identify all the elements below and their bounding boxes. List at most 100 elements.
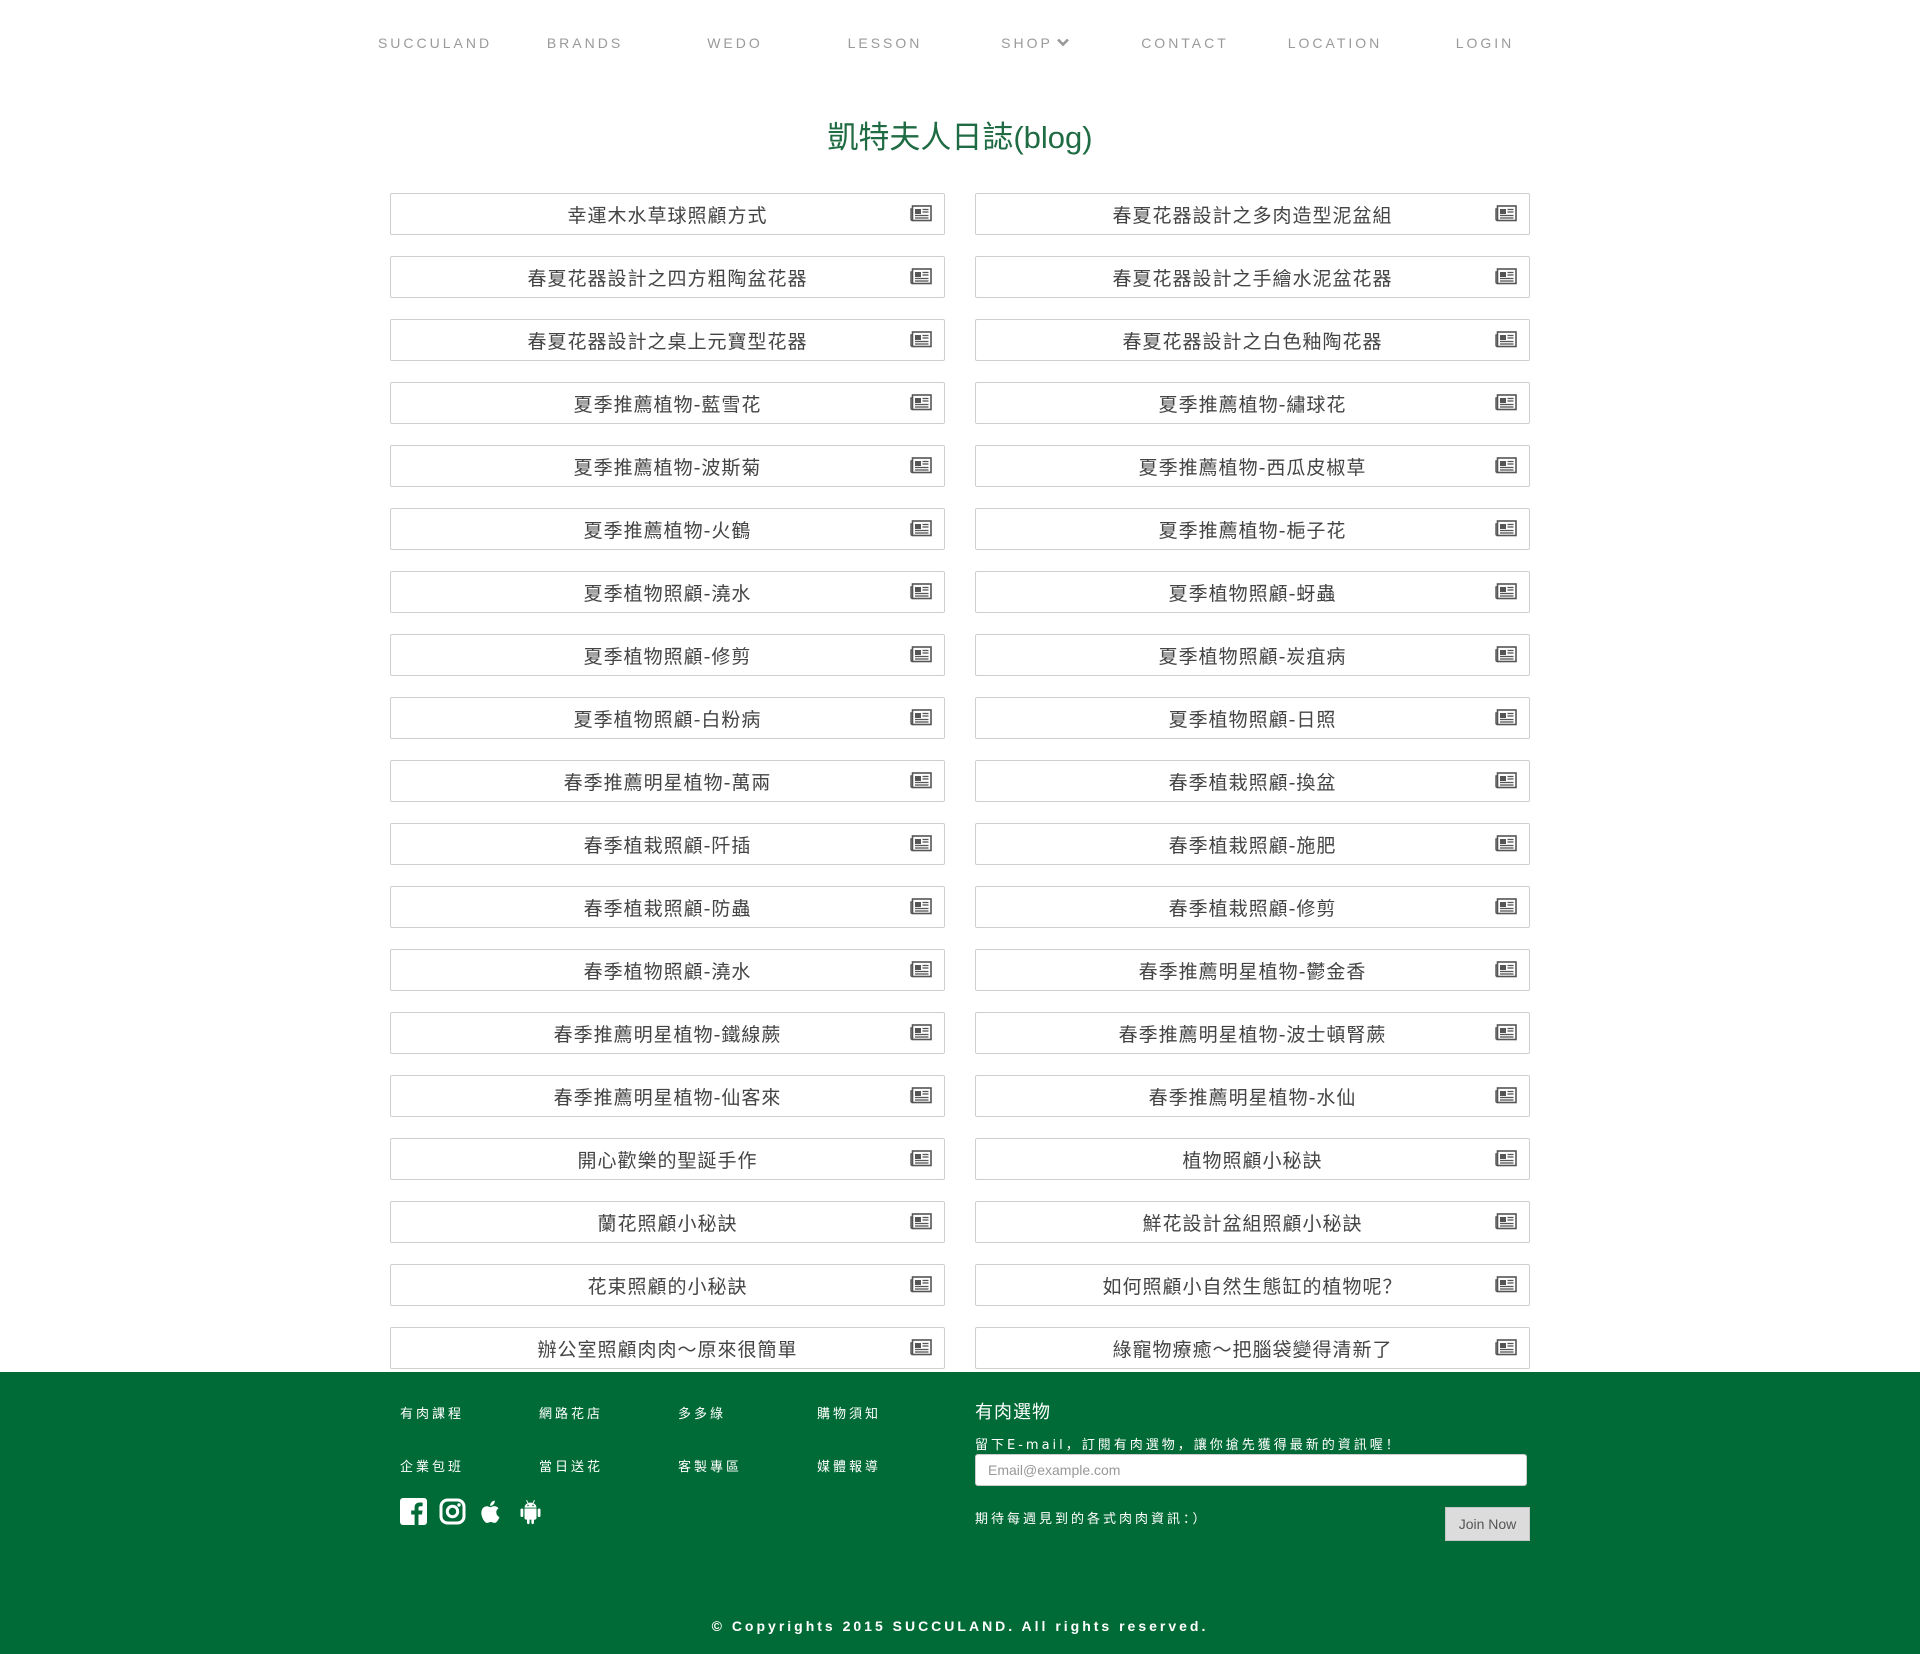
blog-post-title: 夏季推薦植物-火鶴 <box>583 519 752 542</box>
footer-link[interactable]: 有肉課程 <box>400 1402 539 1428</box>
nav-item-label: CONTACT <box>1141 35 1229 51</box>
nav-item-brands[interactable]: BRANDS <box>510 30 660 60</box>
nav-item-lesson[interactable]: LESSON <box>810 30 960 60</box>
blog-post-link[interactable]: 夏季植物照顧-日照 <box>975 697 1530 739</box>
blog-post-link[interactable]: 春夏花器設計之桌上元寶型花器 <box>390 319 945 361</box>
footer-link[interactable]: 購物須知 <box>817 1402 956 1428</box>
newspaper-icon <box>910 331 932 348</box>
android-icon[interactable] <box>517 1498 544 1525</box>
newspaper-icon <box>910 646 932 663</box>
blog-post-title: 春季推薦明星植物-水仙 <box>1148 1086 1357 1109</box>
footer-link[interactable]: 當日送花 <box>539 1455 678 1481</box>
blog-post-title: 如何照顧小自然生態缸的植物呢？ <box>1102 1275 1403 1298</box>
join-now-button[interactable]: Join Now <box>1445 1507 1530 1541</box>
blog-post-link[interactable]: 春夏花器設計之四方粗陶盆花器 <box>390 256 945 298</box>
blog-post-title: 花束照顧的小秘訣 <box>587 1275 748 1298</box>
blog-post-link[interactable]: 春季推薦明星植物-鬱金香 <box>975 949 1530 991</box>
nav-menu: SUCCULAND BRANDS WEDO LESSON SHOP CONTAC… <box>360 30 1560 60</box>
blog-post-link[interactable]: 辦公室照顧肉肉～原來很簡單 <box>390 1327 945 1369</box>
newspaper-icon <box>1495 331 1517 348</box>
nav-item-login[interactable]: LOGIN <box>1410 30 1560 60</box>
blog-post-link[interactable]: 春季推薦明星植物-鐵線蕨 <box>390 1012 945 1054</box>
blog-post-link[interactable]: 春季植栽照顧-防蟲 <box>390 886 945 928</box>
nav-item-label: LOGIN <box>1455 35 1515 51</box>
blog-post-link[interactable]: 夏季植物照顧-白粉病 <box>390 697 945 739</box>
social-links <box>400 1498 544 1525</box>
instagram-icon[interactable] <box>439 1498 466 1525</box>
blog-post-link[interactable]: 春夏花器設計之白色釉陶花器 <box>975 319 1530 361</box>
footer-link[interactable]: 媒體報導 <box>817 1455 956 1481</box>
newspaper-icon <box>1495 1339 1517 1356</box>
blog-post-link[interactable]: 植物照顧小秘訣 <box>975 1138 1530 1180</box>
blog-post-link[interactable]: 夏季推薦植物-火鶴 <box>390 508 945 550</box>
newspaper-icon <box>1495 1276 1517 1293</box>
blog-post-link[interactable]: 夏季植物照顧-修剪 <box>390 634 945 676</box>
footer-links: 有肉課程 網路花店 多多綠 購物須知 企業包班 當日送花 客製專區 媒體報導 <box>400 1402 960 1481</box>
blog-post-link[interactable]: 夏季推薦植物-波斯菊 <box>390 445 945 487</box>
newspaper-icon <box>1495 772 1517 789</box>
blog-post-title: 春夏花器設計之白色釉陶花器 <box>1122 330 1383 353</box>
blog-post-title: 夏季推薦植物-藍雪花 <box>573 393 762 416</box>
newspaper-icon <box>1495 1024 1517 1041</box>
newspaper-icon <box>910 835 932 852</box>
newsletter-subtitle: 留下E-mail，訂閱有肉選物，讓你搶先獲得最新的資訊喔！ <box>975 1438 1402 1453</box>
nav-item-label: LESSON <box>847 35 923 51</box>
footer-link[interactable]: 多多綠 <box>678 1402 817 1428</box>
blog-post-link[interactable]: 開心歡樂的聖誕手作 <box>390 1138 945 1180</box>
nav-item-succuland[interactable]: SUCCULAND <box>360 30 510 60</box>
blog-post-title: 夏季植物照顧-修剪 <box>583 645 752 668</box>
nav-item-label: WEDO <box>707 35 763 51</box>
blog-post-link[interactable]: 鮮花設計盆組照顧小秘訣 <box>975 1201 1530 1243</box>
newspaper-icon <box>1495 394 1517 411</box>
blog-post-link[interactable]: 春季植物照顧-澆水 <box>390 949 945 991</box>
blog-post-link[interactable]: 春季植栽照顧-換盆 <box>975 760 1530 802</box>
newspaper-icon <box>1495 520 1517 537</box>
blog-post-link[interactable]: 夏季推薦植物-西瓜皮椒草 <box>975 445 1530 487</box>
blog-post-title: 春季植物照顧-澆水 <box>583 960 752 983</box>
footer-link[interactable]: 網路花店 <box>539 1402 678 1428</box>
blog-post-link[interactable]: 春季推薦明星植物-水仙 <box>975 1075 1530 1117</box>
blog-post-link[interactable]: 春季推薦明星植物-仙客來 <box>390 1075 945 1117</box>
blog-post-link[interactable]: 春季植栽照顧-施肥 <box>975 823 1530 865</box>
nav-item-location[interactable]: LOCATION <box>1260 30 1410 60</box>
blog-post-link[interactable]: 夏季植物照顧-蚜蟲 <box>975 571 1530 613</box>
newspaper-icon <box>910 205 932 222</box>
blog-post-link[interactable]: 夏季推薦植物-繡球花 <box>975 382 1530 424</box>
blog-post-title: 春季推薦明星植物-鐵線蕨 <box>553 1023 782 1046</box>
blog-post-title: 夏季推薦植物-波斯菊 <box>573 456 762 479</box>
blog-post-title: 春季植栽照顧-換盆 <box>1168 771 1337 794</box>
footer-link[interactable]: 客製專區 <box>678 1455 817 1481</box>
facebook-icon[interactable] <box>400 1498 427 1525</box>
blog-post-title: 春夏花器設計之四方粗陶盆花器 <box>527 267 808 290</box>
blog-post-link[interactable]: 夏季推薦植物-藍雪花 <box>390 382 945 424</box>
blog-post-link[interactable]: 蘭花照顧小秘訣 <box>390 1201 945 1243</box>
nav-item-contact[interactable]: CONTACT <box>1110 30 1260 60</box>
blog-post-title: 春季推薦明星植物-鬱金香 <box>1138 960 1367 983</box>
blog-post-link[interactable]: 夏季植物照顧-澆水 <box>390 571 945 613</box>
blog-post-link[interactable]: 春夏花器設計之多肉造型泥盆組 <box>975 193 1530 235</box>
blog-post-link[interactable]: 春夏花器設計之手繪水泥盆花器 <box>975 256 1530 298</box>
blog-post-link[interactable]: 綠寵物療癒～把腦袋變得清新了 <box>975 1327 1530 1369</box>
blog-post-link[interactable]: 幸運木水草球照顧方式 <box>390 193 945 235</box>
newspaper-icon <box>1495 835 1517 852</box>
footer-link[interactable]: 企業包班 <box>400 1455 539 1481</box>
newspaper-icon <box>910 1087 932 1104</box>
blog-post-title: 植物照顧小秘訣 <box>1182 1149 1323 1172</box>
nav-item-label: SUCCULAND <box>377 35 493 51</box>
blog-post-link[interactable]: 春季推薦明星植物-波士頓腎蕨 <box>975 1012 1530 1054</box>
blog-post-link[interactable]: 花束照顧的小秘訣 <box>390 1264 945 1306</box>
blog-post-link[interactable]: 春季植栽照顧-阡插 <box>390 823 945 865</box>
page-title: 凱特夫人日誌(blog) <box>827 120 1093 155</box>
blog-post-link[interactable]: 夏季植物照顧-炭疽病 <box>975 634 1530 676</box>
newsletter-note: 期待每週見到的各式肉肉資訊：） <box>975 1512 1209 1527</box>
blog-post-link[interactable]: 夏季推薦植物-梔子花 <box>975 508 1530 550</box>
newspaper-icon <box>1495 1087 1517 1104</box>
blog-post-link[interactable]: 如何照顧小自然生態缸的植物呢？ <box>975 1264 1530 1306</box>
nav-item-shop[interactable]: SHOP <box>960 30 1110 60</box>
blog-post-link[interactable]: 春季植栽照顧-修剪 <box>975 886 1530 928</box>
apple-icon[interactable] <box>478 1498 505 1525</box>
email-field[interactable] <box>975 1454 1527 1486</box>
nav-item-wedo[interactable]: WEDO <box>660 30 810 60</box>
copyright: © Copyrights 2015 SUCCULAND. All rights … <box>711 1618 1209 1634</box>
blog-post-link[interactable]: 春季推薦明星植物-萬兩 <box>390 760 945 802</box>
